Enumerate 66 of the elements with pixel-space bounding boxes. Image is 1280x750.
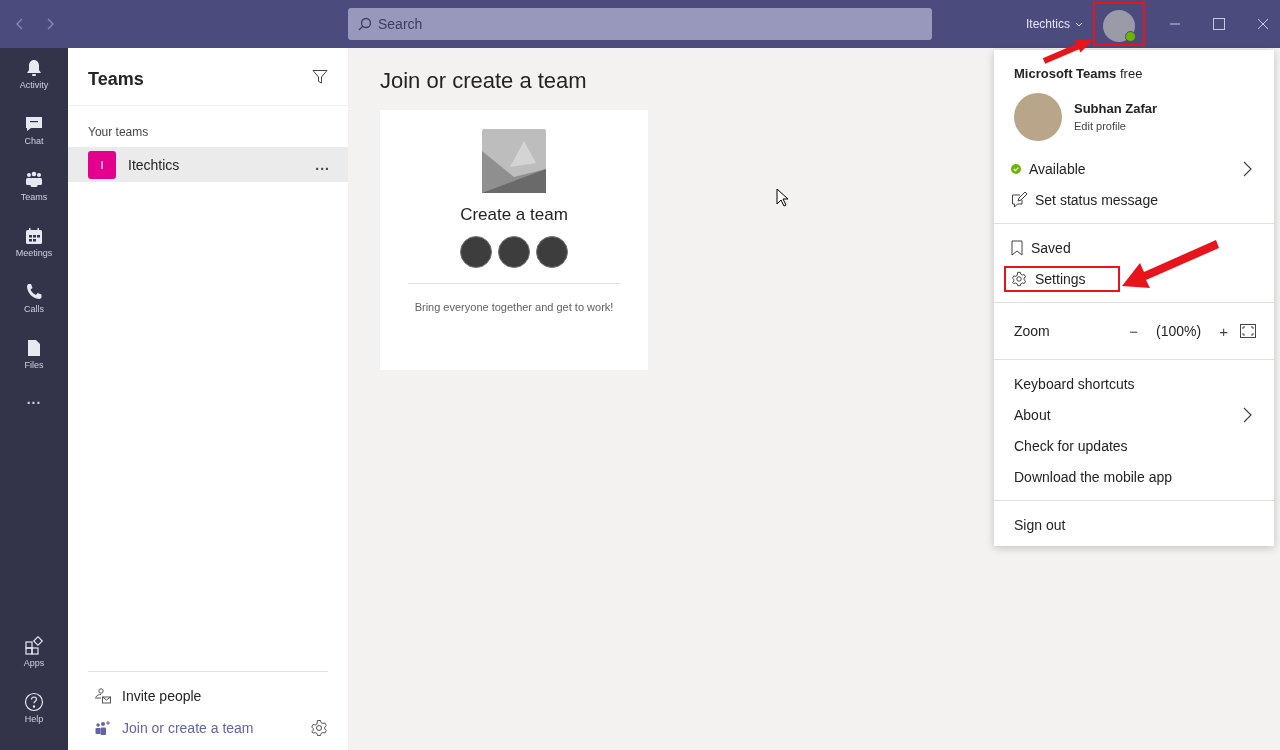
edit-profile-link[interactable]: Edit profile (1074, 119, 1126, 132)
filter-icon[interactable] (312, 68, 328, 85)
available-status-icon (1011, 163, 1021, 174)
card-caption: Bring everyone together and get to work! (414, 301, 614, 313)
edit-icon (1011, 191, 1027, 208)
page-heading: Join or create a team (380, 68, 587, 94)
team-item[interactable]: I Itechtics ... (68, 147, 348, 182)
menu-item[interactable]: Saved (1004, 234, 1081, 261)
mouse-pointer-icon (776, 188, 788, 207)
zoom-label: Zoom (1014, 323, 1051, 339)
avatar-photo (1014, 93, 1062, 141)
section-label: Your teams (87, 124, 150, 141)
help-icon (24, 692, 44, 712)
menu-item[interactable]: About (1004, 401, 1061, 428)
app-bar-item[interactable]: Apps (0, 636, 68, 692)
phone-icon (24, 282, 44, 302)
app-bar-item[interactable]: Help (0, 692, 68, 748)
app-bar-item[interactable]: Calls (0, 282, 68, 338)
maximize-icon[interactable] (1213, 18, 1225, 30)
menu-item[interactable]: Keyboard shortcuts (1004, 370, 1145, 397)
panel-title: Teams (88, 69, 144, 90)
user-name: Subhan Zafar (1074, 100, 1158, 116)
menu-item[interactable]: Sign out (1004, 511, 1076, 538)
app-bar-item[interactable]: Chat (0, 114, 68, 170)
zoom-value: (100%) (1155, 323, 1203, 339)
menu-item[interactable]: Settings (1004, 265, 1120, 292)
forward-icon[interactable] (46, 18, 54, 30)
menu-item[interactable]: Check for updates (1004, 432, 1138, 459)
menu-item[interactable]: Set status message (1004, 186, 1168, 213)
chat-icon (24, 114, 44, 134)
settings-icon (1011, 270, 1027, 287)
image-icon (482, 129, 546, 193)
menu-item[interactable]: Download the mobile app (1004, 463, 1182, 490)
back-icon[interactable] (16, 18, 24, 30)
annotation-arrow (1042, 39, 1093, 64)
teams-icon (24, 170, 44, 190)
zoom-out-button[interactable]: − (1117, 322, 1151, 340)
create-team-card[interactable]: Create a team Bring everyone together and get to work! (380, 110, 648, 370)
more-options-button[interactable]: ... (309, 155, 336, 174)
team-tile: I (88, 150, 116, 179)
profile-avatar-button[interactable] (1093, 2, 1145, 46)
menu-item[interactable]: Available (1004, 155, 1096, 182)
team-name: Itechtics (128, 156, 181, 173)
invite-icon (94, 688, 112, 704)
bell-icon (24, 58, 44, 78)
app-bar-item[interactable]: Activity (0, 58, 68, 114)
chevron-right-icon (1243, 160, 1252, 177)
search-icon (358, 17, 372, 31)
chevron-right-icon (1243, 406, 1252, 423)
join-team-link[interactable]: Join or create a team (122, 720, 300, 736)
product-name: Microsoft Teams free (1014, 66, 1143, 81)
card-title: Create a team (460, 205, 568, 225)
bookmark-icon (1011, 239, 1023, 256)
app-bar-item[interactable]: Teams (0, 170, 68, 226)
teams-icon (94, 720, 112, 736)
fullscreen-icon[interactable] (1240, 324, 1256, 338)
invite-people-link[interactable]: Invite people (122, 688, 328, 704)
close-icon[interactable] (1257, 18, 1269, 30)
organization-switcher[interactable]: Itechtics (1026, 17, 1083, 31)
settings-icon[interactable] (310, 719, 328, 737)
search-field[interactable]: Search (348, 8, 932, 40)
apps-icon (24, 636, 44, 656)
caret-icon (1075, 21, 1083, 27)
app-bar-item[interactable]: Meetings (0, 226, 68, 282)
zoom-in-button[interactable]: + (1207, 322, 1240, 340)
calendar-icon (24, 226, 44, 246)
